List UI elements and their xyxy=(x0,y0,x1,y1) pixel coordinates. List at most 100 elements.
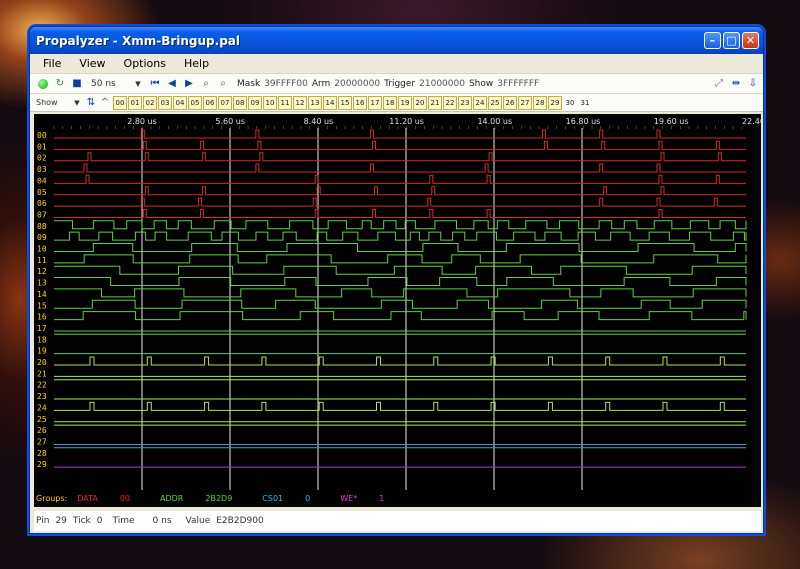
waveform-01[interactable] xyxy=(54,140,746,150)
channel-label-07[interactable]: 07 xyxy=(37,210,47,219)
menu-view[interactable]: View xyxy=(70,57,114,70)
channel-button-28[interactable]: 28 xyxy=(533,95,547,110)
channel-button-19[interactable]: 19 xyxy=(398,95,412,110)
channel-button-20[interactable]: 20 xyxy=(413,95,427,110)
waveform-13[interactable] xyxy=(54,277,747,287)
chevron-down-icon[interactable]: ▼ xyxy=(131,77,145,91)
channel-label-18[interactable]: 18 xyxy=(37,335,47,344)
waveform-00[interactable] xyxy=(54,129,746,139)
channel-label-22[interactable]: 22 xyxy=(37,381,47,390)
channel-button-18[interactable]: 18 xyxy=(383,95,397,110)
waveform-24[interactable] xyxy=(54,401,746,411)
run-icon[interactable] xyxy=(36,77,50,91)
channel-label-29[interactable]: 29 xyxy=(37,460,47,469)
channel-button-21[interactable]: 21 xyxy=(428,95,442,110)
channel-button-25[interactable]: 25 xyxy=(488,95,502,110)
step-forward-icon[interactable]: ▶ xyxy=(182,77,196,91)
rate-select[interactable]: 50 ns xyxy=(91,79,127,89)
measure-icon[interactable]: ⇹ xyxy=(729,77,743,91)
channel-label-24[interactable]: 24 xyxy=(37,403,47,412)
channel-label-25[interactable]: 25 xyxy=(37,415,47,424)
channel-button-26[interactable]: 26 xyxy=(503,95,517,110)
waveform-16[interactable] xyxy=(54,311,747,321)
channel-button-17[interactable]: 17 xyxy=(368,95,382,110)
group-name-addr[interactable]: ADDR xyxy=(160,494,183,503)
waveform-20[interactable] xyxy=(54,356,746,366)
channel-button-06[interactable]: 06 xyxy=(203,95,217,110)
channel-button-03[interactable]: 03 xyxy=(158,95,172,110)
minimize-button[interactable]: – xyxy=(704,32,721,49)
waveform-14[interactable] xyxy=(54,288,747,298)
channel-button-14[interactable]: 14 xyxy=(323,95,337,110)
swap-icon[interactable]: ⇅ xyxy=(85,96,97,110)
group-name-data[interactable]: DATA xyxy=(77,494,98,503)
channel-label-09[interactable]: 09 xyxy=(37,233,47,242)
channel-button-05[interactable]: 05 xyxy=(188,95,202,110)
channel-button-09[interactable]: 09 xyxy=(248,95,262,110)
menu-file[interactable]: File xyxy=(34,57,70,70)
channel-label-04[interactable]: 04 xyxy=(37,176,47,185)
waveform-06[interactable] xyxy=(54,197,746,207)
zoom-out-icon[interactable]: ⌕ xyxy=(216,77,230,91)
channel-label-16[interactable]: 16 xyxy=(37,313,47,322)
maximize-button[interactable]: □ xyxy=(723,32,740,49)
channel-button-27[interactable]: 27 xyxy=(518,95,532,110)
channel-button-16[interactable]: 16 xyxy=(353,95,367,110)
waveform-11[interactable] xyxy=(54,254,747,264)
waveform-12[interactable] xyxy=(54,265,747,275)
channel-button-07[interactable]: 07 xyxy=(218,95,232,110)
channel-label-08[interactable]: 08 xyxy=(37,222,47,231)
close-button[interactable]: ✕ xyxy=(742,32,759,49)
channel-label-17[interactable]: 17 xyxy=(37,324,47,333)
channel-label-20[interactable]: 20 xyxy=(37,358,47,367)
channel-button-04[interactable]: 04 xyxy=(173,95,187,110)
waveform-10[interactable] xyxy=(54,243,747,252)
waveform-07[interactable] xyxy=(54,208,746,218)
show-value[interactable]: 3FFFFFFF xyxy=(497,79,539,89)
channel-button-08[interactable]: 08 xyxy=(233,95,247,110)
download-icon[interactable]: ⇩ xyxy=(746,77,760,91)
channel-label-15[interactable]: 15 xyxy=(37,301,47,310)
channel-label-27[interactable]: 27 xyxy=(37,437,47,446)
channel-label-23[interactable]: 23 xyxy=(37,392,47,401)
channel-label-02[interactable]: 02 xyxy=(37,154,47,163)
waveform-09[interactable] xyxy=(54,231,747,241)
group-name-cs01[interactable]: CS01 xyxy=(262,494,283,503)
channel-button-10[interactable]: 10 xyxy=(263,95,277,110)
waveform-04[interactable] xyxy=(54,174,746,184)
channel-label-21[interactable]: 21 xyxy=(37,369,47,378)
channel-button-00[interactable]: 00 xyxy=(113,95,127,110)
channel-label-12[interactable]: 12 xyxy=(37,267,47,276)
waveform-03[interactable] xyxy=(54,163,746,173)
channel-label-06[interactable]: 06 xyxy=(37,199,47,208)
arm-value[interactable]: 20000000 xyxy=(334,79,380,89)
group-name-we[interactable]: WE* xyxy=(340,494,357,503)
menu-options[interactable]: Options xyxy=(115,57,175,70)
camera-icon[interactable]: ■ xyxy=(70,77,84,91)
channel-label-05[interactable]: 05 xyxy=(37,188,47,197)
waveform-15[interactable] xyxy=(54,299,747,309)
waveform-08[interactable] xyxy=(54,220,747,230)
channel-button-01[interactable]: 01 xyxy=(128,95,142,110)
channel-label-10[interactable]: 10 xyxy=(37,245,47,254)
channel-button-30[interactable]: 30 xyxy=(563,96,577,110)
channel-button-15[interactable]: 15 xyxy=(338,95,352,110)
channel-button-22[interactable]: 22 xyxy=(443,95,457,110)
channel-label-00[interactable]: 00 xyxy=(37,131,47,140)
channel-label-19[interactable]: 19 xyxy=(37,347,47,356)
title-bar[interactable]: Propalyzer - Xmm-Bringup.pal – □ ✕ xyxy=(30,27,763,54)
waveform-02[interactable] xyxy=(54,152,746,162)
waveform-05[interactable] xyxy=(54,186,746,196)
channel-label-28[interactable]: 28 xyxy=(37,449,47,458)
mask-value[interactable]: 39FFFF00 xyxy=(264,79,308,89)
channel-label-13[interactable]: 13 xyxy=(37,279,47,288)
channel-show-select[interactable]: Show xyxy=(36,98,72,107)
chevron-down-icon[interactable]: ▼ xyxy=(72,96,82,110)
channel-label-26[interactable]: 26 xyxy=(37,426,47,435)
channel-button-02[interactable]: 02 xyxy=(143,95,157,110)
collapse-icon[interactable]: ^ xyxy=(100,96,110,110)
channel-button-11[interactable]: 11 xyxy=(278,95,292,110)
channel-button-31[interactable]: 31 xyxy=(578,96,592,110)
zoom-in-icon[interactable]: ⌕ xyxy=(199,77,213,91)
step-back-icon[interactable]: ◀ xyxy=(165,77,179,91)
